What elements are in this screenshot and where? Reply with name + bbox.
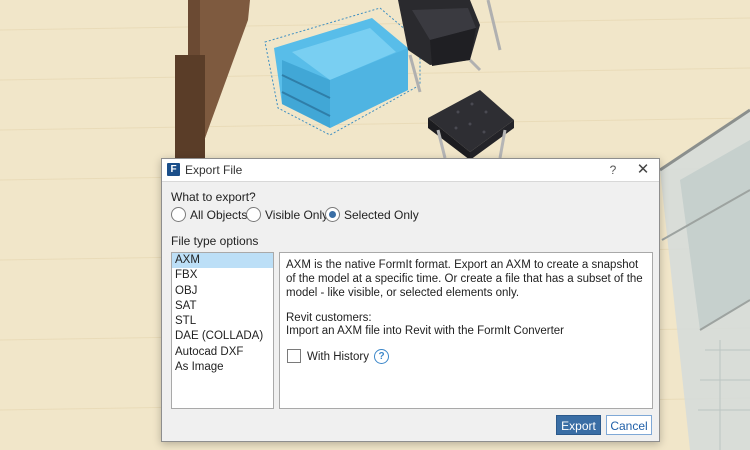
what-to-export-label: What to export? [171,190,256,204]
list-item[interactable]: DAE (COLLADA) [172,329,273,344]
formit-app-icon: F [167,163,180,176]
with-history-label: With History [307,351,369,363]
radio-label: Visible Only [265,208,329,222]
list-item[interactable]: AXM [172,253,273,269]
radio-circle[interactable] [171,207,186,222]
cancel-button[interactable]: Cancel [606,415,652,435]
file-type-options-label: File type options [171,234,259,248]
list-item[interactable]: FBX [172,268,273,283]
list-item[interactable]: SAT [172,299,273,314]
format-description: AXM is the native FormIt format. Export … [286,259,643,299]
list-item[interactable]: STL [172,314,273,329]
revit-instructions: Import an AXM file into Revit with the F… [286,325,565,337]
radio-label: Selected Only [344,208,419,222]
export-file-dialog: F Export File ? ✕ What to export? All Ob… [161,158,660,442]
export-button[interactable]: Export [556,415,601,435]
radio-circle[interactable] [246,207,261,222]
help-info-icon[interactable]: ? [374,349,389,364]
revit-heading: Revit customers: [286,312,372,324]
radio-circle[interactable] [325,207,340,222]
radio-label: All Objects [190,208,248,222]
help-button[interactable]: ? [604,161,622,179]
close-button[interactable]: ✕ [633,161,653,179]
dialog-titlebar[interactable]: F Export File ? ✕ [162,159,659,182]
list-item[interactable]: As Image [172,360,273,375]
file-type-list[interactable]: AXM FBX OBJ SAT STL DAE (COLLADA) Autoca… [171,252,274,409]
list-item[interactable]: Autocad DXF [172,345,273,360]
dialog-title: Export File [185,163,243,177]
with-history-checkbox[interactable] [287,349,301,363]
list-item[interactable]: OBJ [172,284,273,299]
format-description-panel: AXM is the native FormIt format. Export … [279,252,653,409]
